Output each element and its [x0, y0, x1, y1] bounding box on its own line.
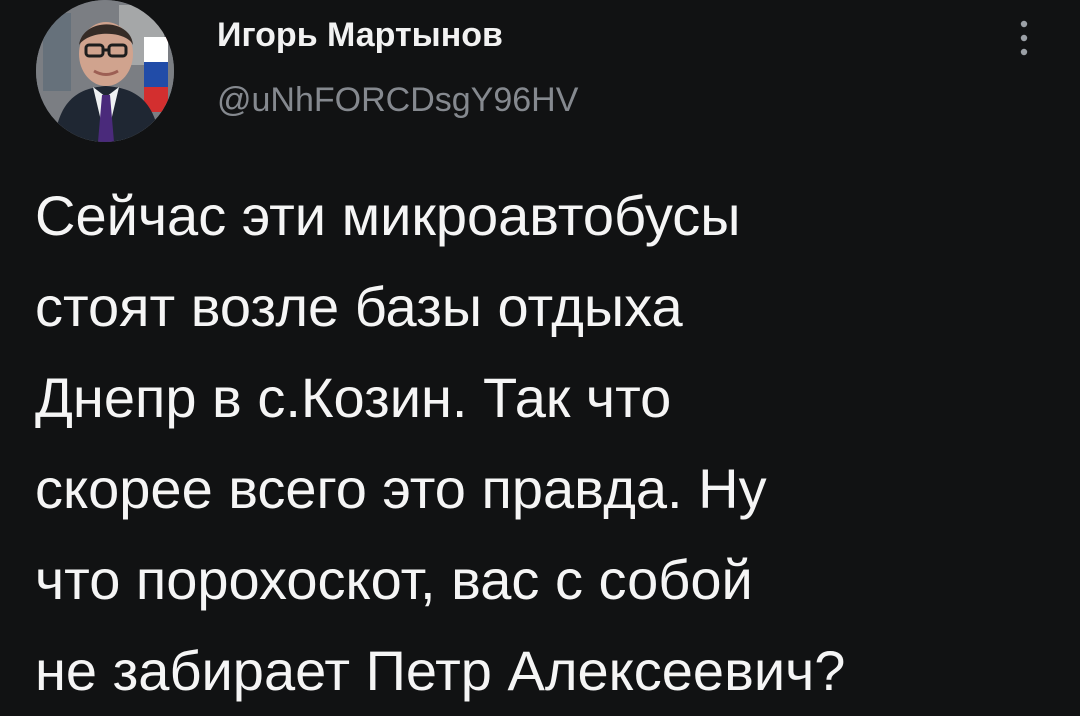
vertical-ellipsis-icon	[1020, 20, 1028, 56]
tweet-card: Игорь Мартынов @uNhFORCDsgY96HV Сейчас э…	[0, 0, 1080, 716]
avatar-image	[36, 0, 174, 142]
author-avatar[interactable]	[36, 0, 174, 142]
author-name[interactable]: Игорь Мартынов	[217, 14, 503, 56]
author-handle[interactable]: @uNhFORCDsgY96HV	[217, 79, 578, 121]
more-options-button[interactable]	[1006, 17, 1042, 59]
tweet-text: Сейчас эти микроавтобусы стоят возле баз…	[35, 184, 846, 702]
